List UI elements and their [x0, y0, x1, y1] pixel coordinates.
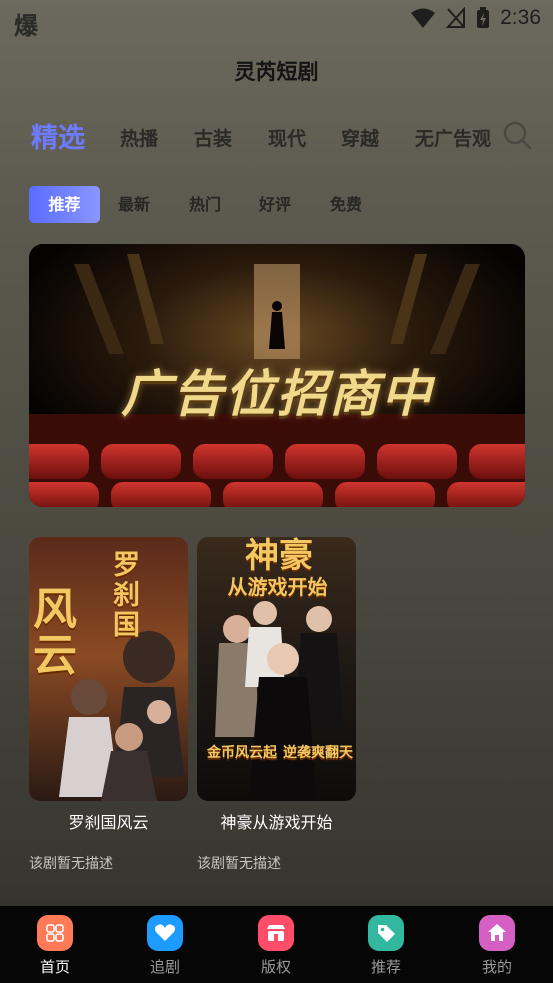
- drama-title[interactable]: 神豪从游戏开始: [197, 809, 356, 833]
- nav-label: 追剧: [149, 958, 180, 976]
- no-signal-icon: [446, 7, 466, 28]
- tab-guzhuang[interactable]: 古装: [194, 118, 232, 160]
- drama-poster[interactable]: 风云 罗刹国: [29, 537, 188, 801]
- wifi-icon: [411, 8, 436, 28]
- drama-card[interactable]: 神豪 从游戏开始 金币风云起 逆袭爽翻天 神豪从游戏开始 该剧暂无描述: [197, 537, 356, 873]
- drama-poster[interactable]: 神豪 从游戏开始 金币风云起 逆袭爽翻天: [197, 537, 356, 801]
- category-tabs: 精选 热播 古装 现代 穿越 无广告观: [0, 118, 500, 160]
- status-right: 2:36: [410, 6, 541, 30]
- drama-title[interactable]: 罗刹国风云: [29, 809, 188, 833]
- poster-bottom-left: 金币风云起: [207, 745, 277, 761]
- battery-charging-icon: [477, 7, 490, 28]
- subtab-haoping[interactable]: 好评: [259, 186, 291, 223]
- nav-mine[interactable]: 我的: [442, 906, 552, 983]
- tab-wuguanggao[interactable]: 无广告观: [415, 118, 491, 160]
- nav-home[interactable]: 首页: [0, 906, 110, 983]
- heart-icon: [147, 915, 183, 951]
- status-bar: 爆 2:36: [0, 0, 553, 40]
- subtab-tuijian[interactable]: 推荐: [29, 186, 100, 223]
- nav-follow[interactable]: 追剧: [110, 906, 220, 983]
- ad-banner[interactable]: 广告位招商中: [29, 244, 525, 507]
- drama-card[interactable]: 风云 罗刹国 罗刹国风云 该剧暂无描述: [29, 537, 188, 873]
- poster-side-title: 罗刹国: [113, 550, 140, 641]
- drama-description: 该剧暂无描述: [197, 856, 281, 872]
- tag-icon: [368, 915, 404, 951]
- tab-jingxuan[interactable]: 精选: [31, 118, 85, 160]
- poster-big-title: 风云: [33, 584, 77, 681]
- poster-subtitle: 从游戏开始: [227, 575, 328, 599]
- status-time: 2:36: [500, 6, 541, 29]
- nav-label: 推荐: [370, 958, 401, 976]
- bottom-nav: 首页 追剧 版权 推荐 我的: [0, 906, 553, 983]
- store-icon: [258, 915, 294, 951]
- subtab-zuixin[interactable]: 最新: [118, 186, 150, 223]
- house-icon: [479, 915, 515, 951]
- nav-label: 我的: [481, 958, 512, 976]
- subtab-remen[interactable]: 热门: [189, 186, 221, 223]
- search-button[interactable]: [500, 118, 538, 156]
- status-app-glyph: 爆: [14, 12, 38, 40]
- poster-big-title: 神豪: [245, 537, 313, 576]
- nav-recommend[interactable]: 推荐: [331, 906, 441, 983]
- home-grid-icon: [37, 915, 73, 951]
- banner-title: 广告位招商中: [121, 365, 433, 423]
- tab-xiandai[interactable]: 现代: [268, 118, 306, 160]
- search-icon: [503, 121, 532, 150]
- nav-copyright[interactable]: 版权: [221, 906, 331, 983]
- drama-description: 该剧暂无描述: [29, 856, 113, 872]
- subtab-mianfei[interactable]: 免费: [330, 186, 362, 223]
- nav-label: 版权: [260, 958, 291, 976]
- tab-rebo[interactable]: 热播: [120, 118, 158, 160]
- poster-bottom-right: 逆袭爽翻天: [283, 745, 353, 761]
- tab-chuanyue[interactable]: 穿越: [341, 118, 379, 160]
- nav-label: 首页: [39, 958, 70, 976]
- app-title: 灵芮短剧: [234, 60, 319, 84]
